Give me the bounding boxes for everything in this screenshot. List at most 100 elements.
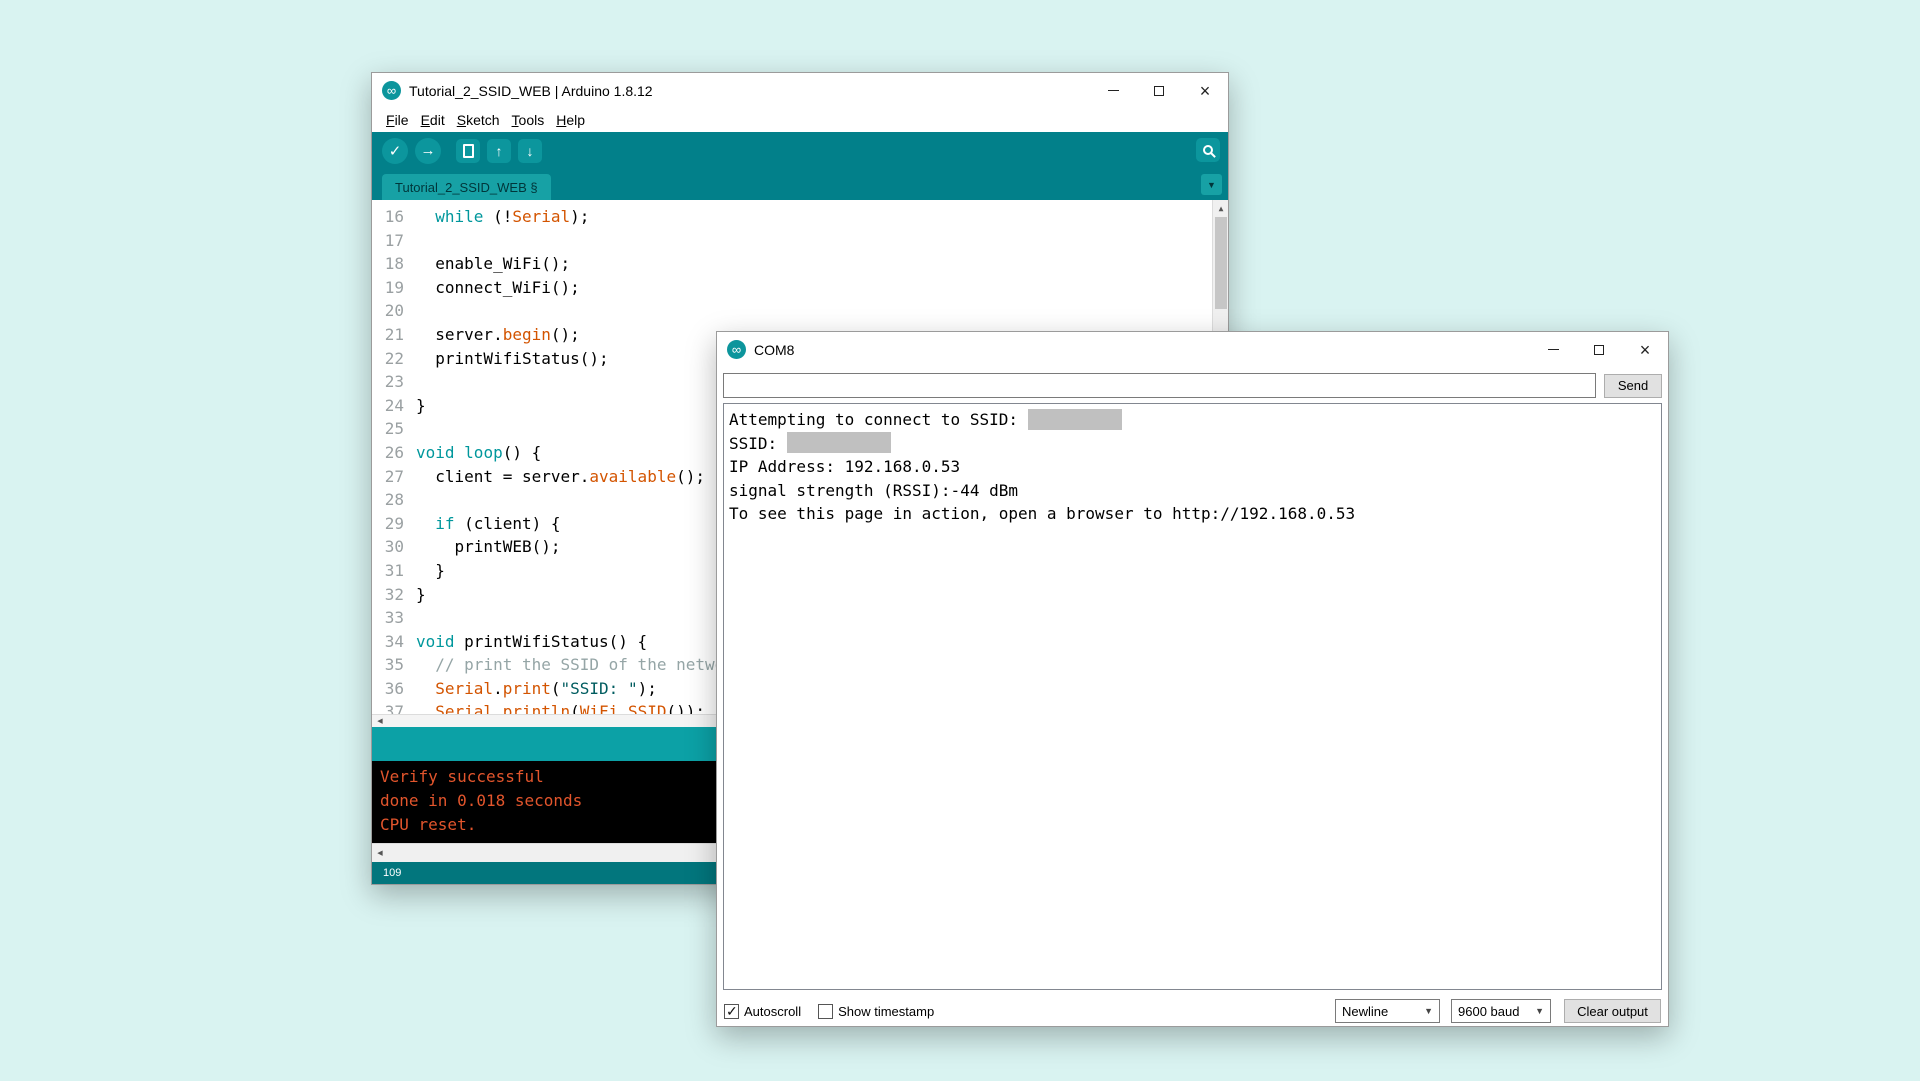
- serial-monitor-window: ∞ COM8 × Send Attempting to connect to S…: [716, 331, 1669, 1027]
- line-number: 27: [372, 465, 416, 489]
- line-ending-value: Newline: [1342, 1004, 1388, 1019]
- minimize-button[interactable]: [1530, 332, 1576, 367]
- desktop: { "colors": { "background": "#d9f3f1", "…: [0, 0, 1920, 1081]
- line-number: 26: [372, 441, 416, 465]
- code-text: server.begin();: [416, 323, 580, 347]
- serial-output-text: To see this page in action, open a brows…: [729, 504, 1355, 523]
- line-number: 33: [372, 606, 416, 630]
- arrow-up-icon: ↑: [496, 143, 503, 159]
- serial-output-text: signal strength (RSSI):-44 dBm: [729, 481, 1018, 500]
- minimize-icon: [1548, 349, 1559, 350]
- line-ending-dropdown[interactable]: Newline ▼: [1335, 999, 1440, 1023]
- serial-output[interactable]: Attempting to connect to SSID: SSID: IP …: [723, 403, 1662, 990]
- serial-bottom-bar: Autoscroll Show timestamp Newline ▼ 9600…: [717, 996, 1668, 1026]
- send-button[interactable]: Send: [1604, 374, 1662, 398]
- line-number: 20: [372, 299, 416, 323]
- close-icon: ×: [1200, 82, 1211, 100]
- baud-rate-value: 9600 baud: [1458, 1004, 1519, 1019]
- line-number: 37: [372, 700, 416, 714]
- upload-button[interactable]: →: [415, 138, 441, 164]
- serial-window-controls: ×: [1530, 332, 1668, 367]
- line-number: 25: [372, 417, 416, 441]
- line-number: 16: [372, 205, 416, 229]
- code-text: while (!Serial);: [416, 205, 589, 229]
- maximize-button[interactable]: [1576, 332, 1622, 367]
- line-number: 22: [372, 347, 416, 371]
- code-line: 19 connect_WiFi();: [372, 276, 1228, 300]
- scroll-left-icon[interactable]: ◀: [372, 715, 388, 727]
- line-number: 31: [372, 559, 416, 583]
- line-number: 36: [372, 677, 416, 701]
- serial-input[interactable]: [723, 373, 1596, 398]
- chevron-down-icon: ▼: [1535, 1006, 1544, 1016]
- code-text: void loop() {: [416, 441, 541, 465]
- line-number: 24: [372, 394, 416, 418]
- close-icon: ×: [1640, 341, 1651, 359]
- show-timestamp-checkbox[interactable]: [818, 1004, 833, 1019]
- code-text: }: [416, 394, 426, 418]
- serial-output-text: SSID:: [729, 434, 787, 453]
- verify-button[interactable]: ✓: [382, 138, 408, 164]
- menu-help[interactable]: Help: [550, 112, 591, 128]
- minimize-button[interactable]: [1090, 73, 1136, 108]
- minimize-icon: [1108, 90, 1119, 91]
- code-text: Serial.println(WiFi.SSID());: [416, 700, 705, 714]
- ide-toolbar: ✓ → ↑ ↓: [372, 132, 1228, 169]
- maximize-icon: [1594, 345, 1604, 355]
- scroll-up-icon[interactable]: ▲: [1213, 200, 1228, 216]
- menu-edit[interactable]: Edit: [415, 112, 451, 128]
- code-line: 18 enable_WiFi();: [372, 252, 1228, 276]
- serial-output-text: IP Address: 192.168.0.53: [729, 457, 960, 476]
- maximize-icon: [1154, 86, 1164, 96]
- new-sketch-button[interactable]: [456, 139, 480, 163]
- ide-titlebar[interactable]: ∞ Tutorial_2_SSID_WEB | Arduino 1.8.12 ×: [372, 73, 1228, 108]
- line-number: 18: [372, 252, 416, 276]
- serial-output-line: SSID:: [729, 432, 1656, 456]
- code-text: enable_WiFi();: [416, 252, 570, 276]
- code-line: 17: [372, 229, 1228, 253]
- close-button[interactable]: ×: [1182, 73, 1228, 108]
- tab-menu-button[interactable]: ▼: [1201, 174, 1222, 195]
- arduino-logo-icon: ∞: [382, 81, 401, 100]
- serial-output-line: Attempting to connect to SSID:: [729, 408, 1656, 432]
- line-number: 29: [372, 512, 416, 536]
- serial-window-title: COM8: [754, 342, 794, 358]
- menu-bar: FileEditSketchToolsHelp: [372, 108, 1228, 132]
- save-sketch-button[interactable]: ↓: [518, 139, 542, 163]
- magnifier-icon: [1203, 145, 1213, 155]
- redacted-value: [787, 432, 891, 453]
- check-icon: ✓: [389, 142, 402, 160]
- baud-rate-dropdown[interactable]: 9600 baud ▼: [1451, 999, 1551, 1023]
- serial-output-text: Attempting to connect to SSID:: [729, 410, 1028, 429]
- document-icon: [463, 144, 474, 158]
- code-text: }: [416, 583, 426, 607]
- serial-monitor-button[interactable]: [1196, 138, 1220, 162]
- line-number: 23: [372, 370, 416, 394]
- serial-titlebar[interactable]: ∞ COM8 ×: [717, 332, 1668, 367]
- arrow-right-icon: →: [421, 142, 436, 159]
- scroll-left-icon[interactable]: ◀: [372, 849, 388, 857]
- autoscroll-checkbox[interactable]: [724, 1004, 739, 1019]
- code-text: if (client) {: [416, 512, 561, 536]
- scrollbar-thumb[interactable]: [1215, 217, 1227, 309]
- line-number: 30: [372, 535, 416, 559]
- serial-output-line: signal strength (RSSI):-44 dBm: [729, 479, 1656, 503]
- menu-sketch[interactable]: Sketch: [451, 112, 506, 128]
- ide-window-title: Tutorial_2_SSID_WEB | Arduino 1.8.12: [409, 83, 653, 99]
- line-number: 19: [372, 276, 416, 300]
- menu-tools[interactable]: Tools: [506, 112, 551, 128]
- code-line: 16 while (!Serial);: [372, 205, 1228, 229]
- menu-file[interactable]: File: [380, 112, 415, 128]
- serial-input-row: Send: [717, 367, 1668, 403]
- open-sketch-button[interactable]: ↑: [487, 139, 511, 163]
- clear-output-button[interactable]: Clear output: [1564, 999, 1661, 1023]
- maximize-button[interactable]: [1136, 73, 1182, 108]
- line-number: 21: [372, 323, 416, 347]
- code-line: 20: [372, 299, 1228, 323]
- tab-tutorial-2-ssid-web[interactable]: Tutorial_2_SSID_WEB §: [382, 174, 551, 200]
- close-button[interactable]: ×: [1622, 332, 1668, 367]
- redacted-value: [1028, 409, 1122, 430]
- code-text: client = server.available();: [416, 465, 705, 489]
- code-text: Serial.print("SSID: ");: [416, 677, 657, 701]
- line-number: 34: [372, 630, 416, 654]
